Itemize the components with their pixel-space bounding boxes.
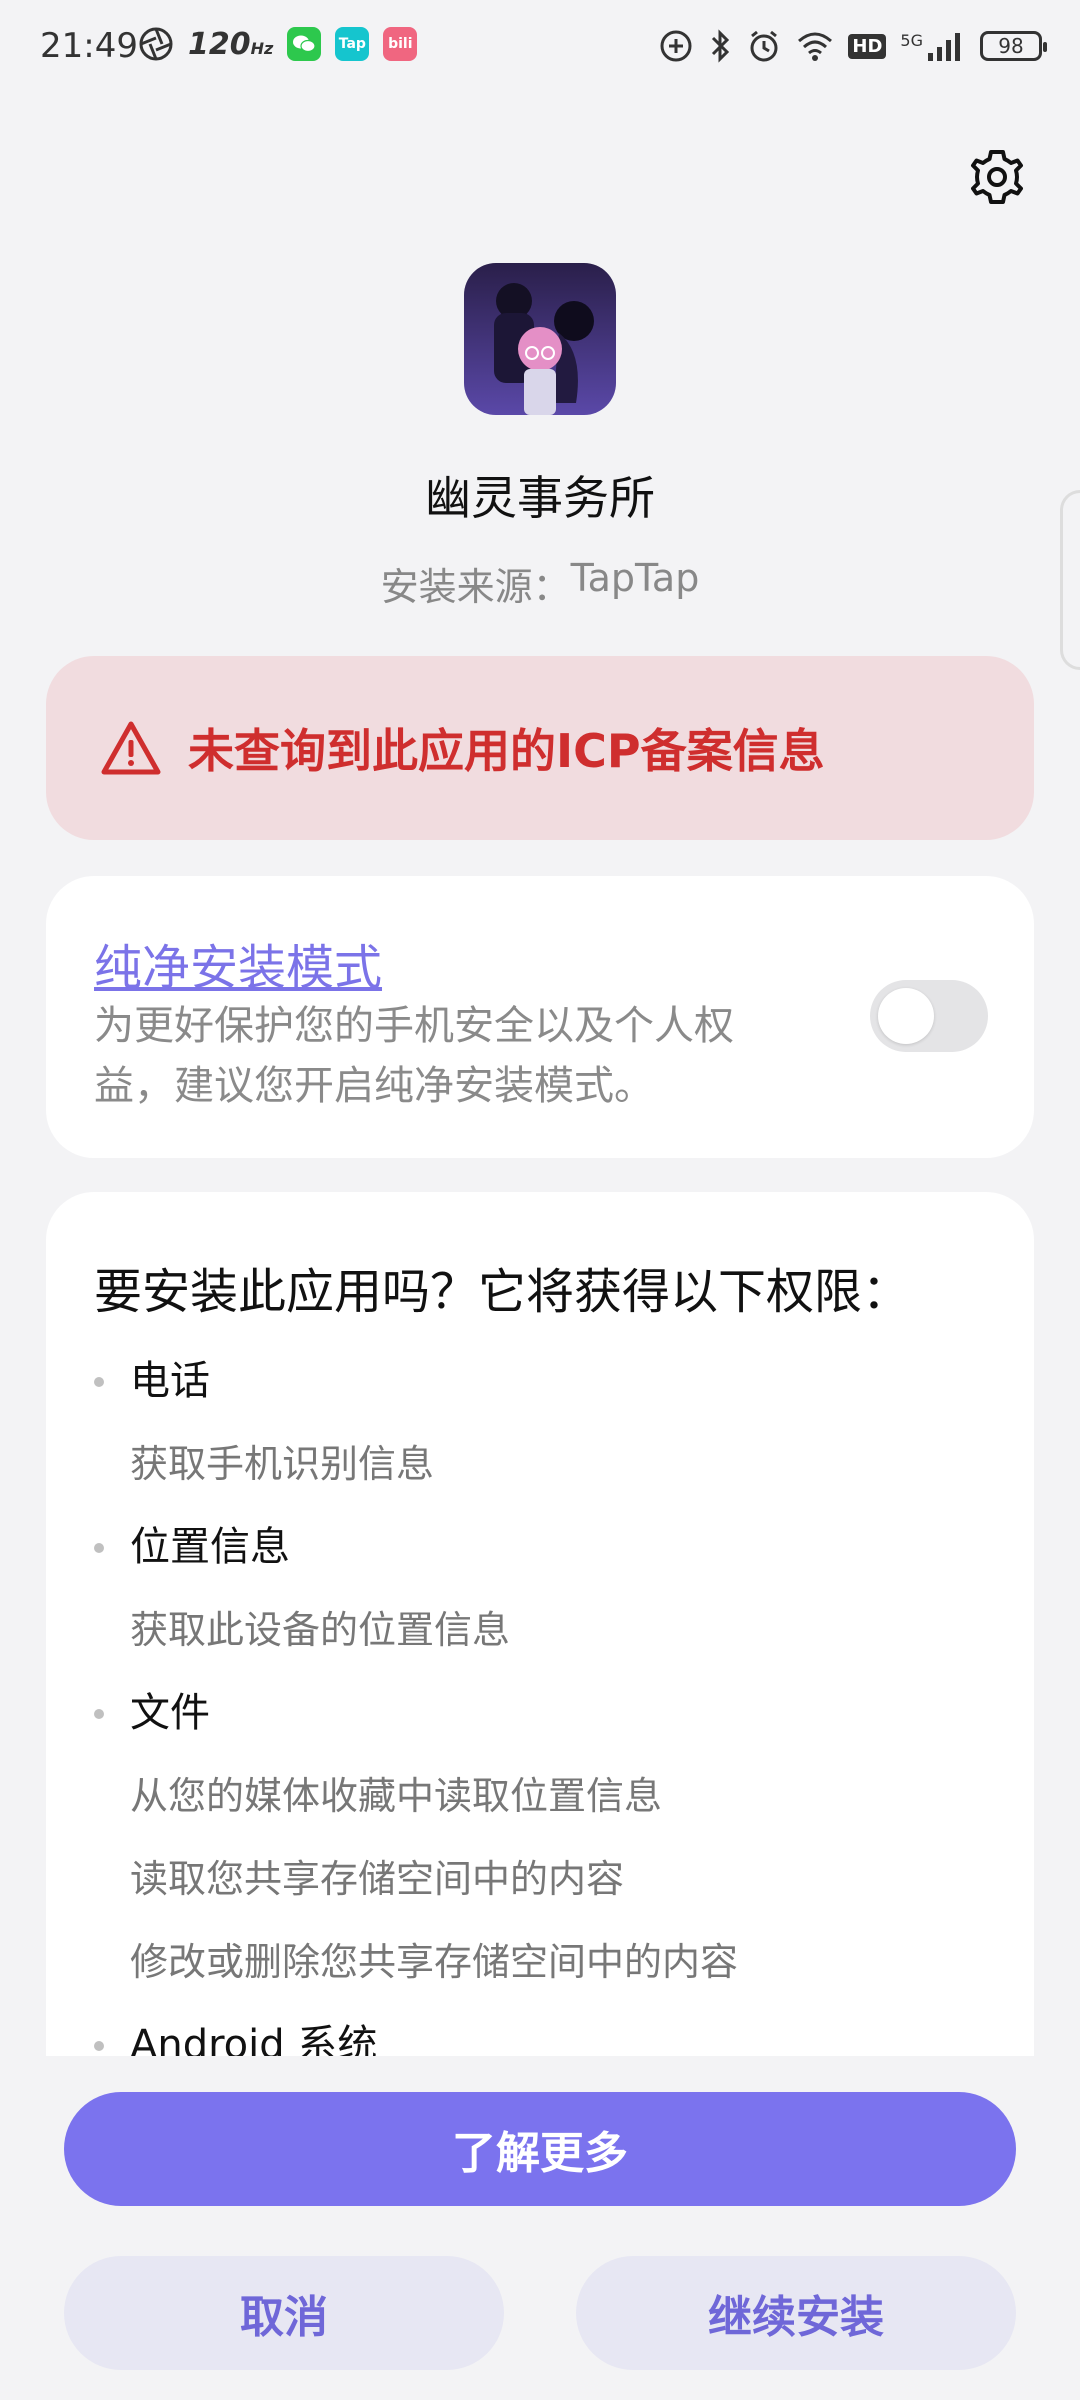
permission-item: 读取您共享存储空间中的内容 [130, 1857, 625, 1901]
signal-indicator: 5G [900, 31, 966, 61]
app-name: 幽灵事务所 [425, 471, 655, 525]
app-icon [464, 263, 616, 415]
bilibili-icon: bili [383, 27, 418, 61]
status-bar: 21:49 120Hz Tap bili HD 5G 98 [0, 0, 1080, 96]
wechat-icon [287, 27, 322, 61]
permission-item: 获取此设备的位置信息 [130, 1608, 511, 1652]
pure-install-description: 为更好保护您的手机安全以及个人权益，建议您开启纯净安装模式。 [94, 1003, 734, 1109]
cancel-button[interactable]: 取消 [64, 2256, 504, 2370]
aperture-icon [139, 27, 173, 61]
permissions-question: 要安装此应用吗？它将获得以下权限： [94, 1264, 911, 1320]
permissions-scroll-area[interactable]: 要安装此应用吗？它将获得以下权限： 电话 获取手机识别信息 位置信息 获取此设备… [0, 1192, 1080, 2056]
permission-group: 位置信息 获取此设备的位置信息 [94, 1506, 994, 1672]
permission-group: 文件 从您的媒体收藏中读取位置信息 读取您共享存储空间中的内容 修改或删除您共享… [94, 1672, 994, 2004]
toggle-knob [878, 988, 934, 1044]
permission-group-title: 位置信息 [94, 1506, 994, 1589]
pure-install-link[interactable]: 纯净安装模式 [94, 928, 382, 998]
gear-icon [971, 150, 1023, 204]
permission-group-title: 文件 [94, 1672, 994, 1755]
battery-icon: 98 [980, 31, 1047, 61]
hd-badge: HD [848, 33, 887, 59]
permission-group: Android 系统 [94, 2004, 994, 2056]
status-right-icons: HD 5G 98 [658, 28, 1047, 64]
permission-item: 修改或删除您共享存储空间中的内容 [130, 1940, 739, 1984]
data-saver-icon [660, 30, 692, 62]
install-source: 安装来源： TapTap [0, 556, 1080, 611]
warning-icon [101, 721, 161, 775]
permission-item: 从您的媒体收藏中读取位置信息 [130, 1774, 663, 1818]
continue-install-button[interactable]: 继续安装 [576, 2256, 1016, 2370]
status-time: 21:49 [40, 26, 138, 66]
permission-item: 获取手机识别信息 [130, 1442, 435, 1486]
battery-level: 98 [998, 34, 1024, 58]
permissions-card: 要安装此应用吗？它将获得以下权限： 电话 获取手机识别信息 位置信息 获取此设备… [46, 1192, 1034, 2056]
signal-icon [928, 33, 960, 61]
network-type: 5G [900, 31, 923, 50]
pure-install-card: 纯净安装模式 为更好保护您的手机安全以及个人权益，建议您开启纯净安装模式。 [46, 876, 1034, 1158]
install-source-value: TapTap [570, 556, 700, 600]
learn-more-button[interactable]: 了解更多 [64, 2092, 1016, 2206]
status-left-icons: 120Hz Tap bili [138, 26, 418, 62]
permission-group: 电话 获取手机识别信息 [94, 1340, 994, 1506]
refresh-rate-text: 120Hz [188, 26, 274, 62]
permissions-list: 电话 获取手机识别信息 位置信息 获取此设备的位置信息 文件 从您的媒体收藏中读… [94, 1340, 994, 2056]
taptap-icon: Tap [335, 27, 370, 61]
alarm-icon [750, 30, 778, 62]
settings-button[interactable] [966, 146, 1028, 208]
bluetooth-icon [712, 29, 730, 63]
install-source-label: 安装来源： [380, 565, 571, 609]
wifi-icon [798, 32, 833, 61]
warning-text: 未查询到此应用的ICP备案信息 [188, 724, 825, 778]
permission-group-title: Android 系统 [94, 2004, 994, 2056]
permission-group-title: 电话 [94, 1340, 994, 1423]
pure-install-toggle[interactable] [870, 980, 988, 1052]
install-screen: 21:49 120Hz Tap bili HD 5G 98 幽灵事务所 安装来源… [0, 0, 1080, 2400]
icp-warning-banner: 未查询到此应用的ICP备案信息 [46, 656, 1034, 840]
